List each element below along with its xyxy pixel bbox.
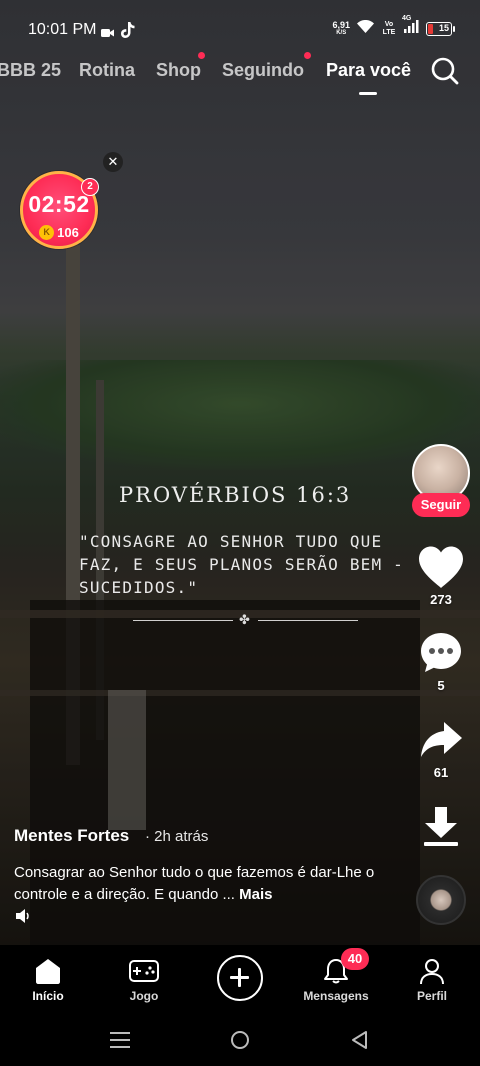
- system-nav-bar: [0, 1015, 480, 1066]
- gamepad-icon: [129, 960, 159, 982]
- timer-badge: 2: [81, 178, 99, 196]
- music-disc-icon[interactable]: [416, 875, 466, 925]
- video-player[interactable]: [0, 0, 480, 945]
- home-circle-icon[interactable]: [230, 1030, 250, 1055]
- net-speed-value: 6,91: [332, 20, 350, 30]
- wifi-icon: [357, 19, 374, 38]
- caption-text: Consagrar ao Senhor tudo o que fazemos é…: [14, 864, 375, 903]
- author-name[interactable]: Mentes Fortes: [14, 826, 129, 846]
- nav-game[interactable]: Jogo: [104, 957, 184, 1003]
- person-icon: [420, 959, 444, 985]
- signal-icon: 4G: [402, 15, 419, 38]
- messages-badge: 40: [341, 948, 369, 970]
- timer-close-button[interactable]: ✕: [103, 152, 123, 172]
- tab-shop[interactable]: Shop: [156, 60, 201, 81]
- active-tab-indicator: [359, 92, 377, 95]
- divider-ornament-icon: ✤: [239, 612, 250, 627]
- verse-title: PROVÉRBIOS 16:3: [119, 483, 352, 507]
- create-button[interactable]: [217, 955, 263, 1001]
- download-icon: [424, 807, 458, 846]
- share-button[interactable]: 61: [410, 718, 472, 780]
- video-dim-overlay: [0, 0, 480, 945]
- tab-shop-notification-dot: [198, 52, 205, 59]
- top-tab-bar: BBB 25 Rotina Shop Seguindo Para você: [0, 52, 480, 96]
- timer-countdown: 02:52: [28, 191, 90, 217]
- comment-count: 5: [437, 678, 445, 693]
- battery-level: 15: [438, 23, 449, 33]
- post-time: · 2h atrás: [145, 828, 209, 845]
- verse-divider: ✤: [133, 612, 358, 627]
- post-caption[interactable]: Consagrar ao Senhor tudo o que fazemos é…: [14, 862, 389, 906]
- nav-profile[interactable]: Perfil: [392, 957, 472, 1003]
- coin-count: 106: [57, 225, 79, 240]
- video-icon: [101, 25, 114, 43]
- reward-timer-widget[interactable]: 02:52 K 106 2: [20, 171, 99, 249]
- like-count: 273: [430, 592, 452, 607]
- caption-more-link[interactable]: Mais: [239, 886, 272, 903]
- net-speed-unit: K/S: [336, 30, 347, 36]
- recents-icon[interactable]: [110, 1031, 130, 1054]
- home-icon: [36, 959, 60, 984]
- tiktok-icon: [121, 22, 135, 43]
- bottom-nav: Início Jogo Mensagens 40 Perfil: [0, 945, 480, 1015]
- download-button[interactable]: [410, 805, 472, 849]
- network-type: 4G: [402, 15, 412, 22]
- like-button[interactable]: 273: [410, 545, 472, 607]
- nav-home-label: Início: [32, 989, 64, 1003]
- coin-icon: K: [39, 225, 55, 240]
- battery-icon: 15: [426, 22, 455, 36]
- heart-icon: [419, 546, 463, 588]
- nav-game-label: Jogo: [129, 989, 159, 1003]
- search-icon[interactable]: [430, 56, 462, 88]
- audio-speaker-icon: [16, 909, 32, 928]
- divider-line-left: [133, 620, 233, 621]
- nav-home[interactable]: Início: [8, 957, 88, 1003]
- net-speed: 6,91 K/S: [332, 21, 350, 37]
- comment-icon: [421, 633, 461, 672]
- battery-level-fill: [428, 24, 433, 34]
- status-bar: 10:01 PM 6,91 K/S Vo LTE 4G 15: [0, 0, 480, 62]
- tab-seguindo[interactable]: Seguindo: [222, 60, 304, 81]
- volte-label: Vo LTE: [382, 21, 396, 36]
- tab-rotina[interactable]: Rotina: [79, 60, 135, 81]
- verse-body: "CONSAGRE AO SENHOR TUDO QUE FAZ, E SEUS…: [79, 532, 404, 597]
- tab-seguindo-notification-dot: [304, 52, 311, 59]
- comment-button[interactable]: 5: [410, 631, 472, 693]
- status-right-group: 6,91 K/S Vo LTE 4G 15: [332, 15, 455, 38]
- divider-line-right: [258, 620, 358, 621]
- follow-button[interactable]: Seguir: [412, 493, 470, 517]
- nav-profile-label: Perfil: [416, 989, 447, 1003]
- timer-coins: K 106: [23, 225, 95, 240]
- share-count: 61: [433, 765, 449, 780]
- tab-para-voce[interactable]: Para você: [326, 60, 411, 81]
- back-icon[interactable]: [350, 1030, 368, 1055]
- tab-bbb25[interactable]: BBB 25: [0, 60, 61, 81]
- nav-messages-label: Mensagens: [303, 989, 369, 1003]
- status-time: 10:01 PM: [28, 21, 97, 38]
- share-icon: [421, 722, 462, 757]
